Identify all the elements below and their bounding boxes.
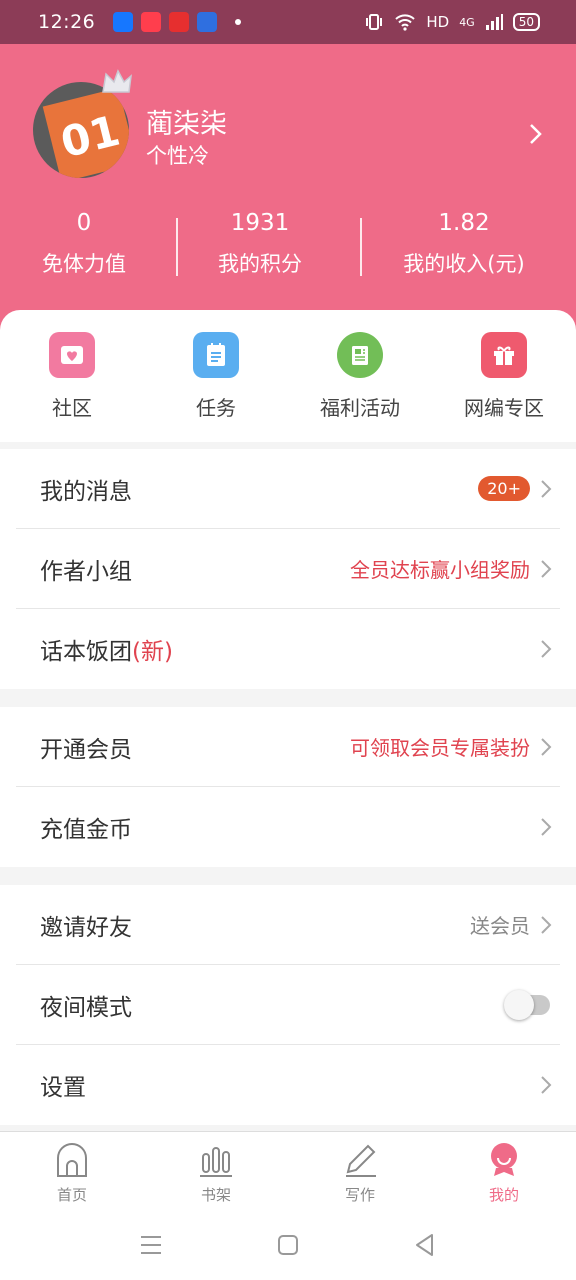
list-section-1: 我的消息 20+ 作者小组 全员达标赢小组奖励 话本饭团(新): [0, 449, 576, 689]
quick-tasks[interactable]: 任务: [144, 310, 288, 442]
pen-icon: [346, 1144, 376, 1177]
quick-actions: 社区 任务 福利活动 网编专区: [0, 310, 576, 442]
stats-bar: 0 免体力值 1931 我的积分 1.82 我的收入(元): [0, 210, 576, 278]
author-group-promo: 全员达标赢小组奖励: [350, 558, 530, 582]
membership-promo: 可领取会员专属装扮: [350, 736, 530, 760]
stat-value: 1.82: [438, 210, 490, 236]
status-bar: 12:26 HD 4G 50: [0, 0, 576, 44]
list-section-2: 开通会员 可领取会员专属装扮 充值金币: [0, 707, 576, 867]
stat-value: 0: [76, 210, 92, 236]
row-settings[interactable]: 设置: [16, 1045, 560, 1125]
row-author-group[interactable]: 作者小组 全员达标赢小组奖励: [16, 529, 560, 609]
chevron-right-icon: [541, 915, 552, 934]
status-time: 12:26: [38, 11, 96, 33]
row-title: 作者小组: [40, 558, 132, 585]
news-icon: [337, 332, 383, 378]
system-nav-bar: [0, 1211, 576, 1280]
quick-welfare[interactable]: 福利活动: [288, 310, 432, 442]
status-indicators: HD 4G 50: [364, 12, 540, 32]
chevron-right-icon: [541, 737, 552, 756]
stat-divider: [176, 218, 178, 276]
signal-type: 4G: [459, 15, 475, 29]
row-title: 邀请好友: [40, 914, 132, 941]
username: 蔺柒柒: [146, 109, 227, 140]
nav-write[interactable]: 写作: [288, 1132, 432, 1211]
crown-icon: [102, 69, 132, 93]
wifi-icon: [395, 14, 416, 31]
chevron-right-icon: [541, 559, 552, 578]
user-signature: 个性冷: [146, 144, 209, 168]
stat-divider: [360, 218, 362, 276]
nav-mine[interactable]: 我的: [432, 1132, 576, 1211]
battery-indicator: 50: [512, 13, 540, 31]
nav-label: 写作: [344, 1186, 375, 1204]
vibrate-icon: [366, 14, 383, 30]
stat-income[interactable]: 1.82 我的收入(元): [352, 210, 576, 278]
home-icon: [57, 1143, 87, 1177]
chevron-right-icon: [541, 818, 552, 836]
stat-label: 免体力值: [42, 252, 126, 276]
nav-bookshelf[interactable]: 书架: [144, 1132, 288, 1211]
back-icon[interactable]: [414, 1233, 434, 1257]
row-title: 开通会员: [40, 736, 132, 763]
row-night-mode: 夜间模式: [16, 965, 560, 1045]
video-app-icon: [141, 12, 162, 32]
stat-points[interactable]: 1931 我的积分: [168, 210, 352, 278]
toggle-knob: [504, 989, 534, 1020]
community-icon: [49, 332, 95, 378]
row-title: 我的消息: [40, 478, 132, 505]
row-script-group[interactable]: 话本饭团(新): [16, 609, 560, 689]
home-button-icon[interactable]: [278, 1235, 298, 1255]
row-title: 话本饭团(新): [40, 632, 173, 666]
quick-label: 任务: [196, 396, 236, 420]
stat-label: 我的积分: [218, 252, 302, 276]
status-app-icons: [113, 12, 242, 32]
signal-icon: [485, 14, 503, 30]
profile-header[interactable]: 01 蔺柒柒 个性冷 0 免体力值 1931 我的积分 1.82 我的收入(元): [0, 44, 576, 330]
invite-hint: 送会员: [470, 914, 530, 938]
profile-icon: [491, 1143, 517, 1176]
quick-community[interactable]: 社区: [0, 310, 144, 442]
chevron-right-icon: [541, 1076, 552, 1094]
gift-icon: [481, 332, 527, 378]
stat-stamina[interactable]: 0 免体力值: [0, 210, 168, 278]
row-invite-friends[interactable]: 邀请好友 送会员: [16, 885, 560, 965]
row-membership[interactable]: 开通会员 可领取会员专属装扮: [16, 707, 560, 787]
row-title: 夜间模式: [40, 994, 132, 1021]
shopping-app-icon: [169, 12, 190, 32]
new-tag: (新): [132, 639, 173, 665]
bookshelf-icon: [200, 1147, 232, 1177]
browser-app-icon: [197, 12, 218, 32]
nav-home[interactable]: 首页: [0, 1132, 144, 1211]
message-count-badge: 20+: [478, 476, 530, 501]
bottom-nav: 首页 书架 写作 我的: [0, 1131, 576, 1211]
nav-label: 首页: [56, 1186, 87, 1204]
row-title: 设置: [40, 1075, 86, 1101]
network-type: HD: [426, 13, 450, 31]
nav-label: 我的: [488, 1186, 519, 1204]
quick-label: 社区: [52, 396, 92, 420]
stat-value: 1931: [230, 210, 290, 236]
chevron-right-icon[interactable]: [528, 122, 544, 146]
nav-label: 书架: [200, 1186, 231, 1204]
row-my-messages[interactable]: 我的消息 20+: [16, 449, 560, 529]
quick-label: 网编专区: [464, 396, 544, 420]
quick-label: 福利活动: [320, 396, 400, 420]
row-recharge[interactable]: 充值金币: [16, 787, 560, 867]
chevron-right-icon: [541, 640, 552, 658]
stat-label: 我的收入(元): [403, 252, 525, 276]
notification-dot-icon: [235, 19, 242, 25]
row-title: 充值金币: [40, 817, 132, 843]
task-icon: [193, 332, 239, 378]
script-group-label: 话本饭团: [40, 639, 132, 665]
quick-editor-zone[interactable]: 网编专区: [432, 310, 576, 442]
alipay-app-icon: [113, 12, 134, 32]
night-mode-toggle[interactable]: [504, 989, 550, 1020]
list-section-3: 邀请好友 送会员 夜间模式 设置: [0, 885, 576, 1125]
menu-icon[interactable]: [140, 1235, 162, 1255]
chevron-right-icon: [541, 479, 552, 498]
